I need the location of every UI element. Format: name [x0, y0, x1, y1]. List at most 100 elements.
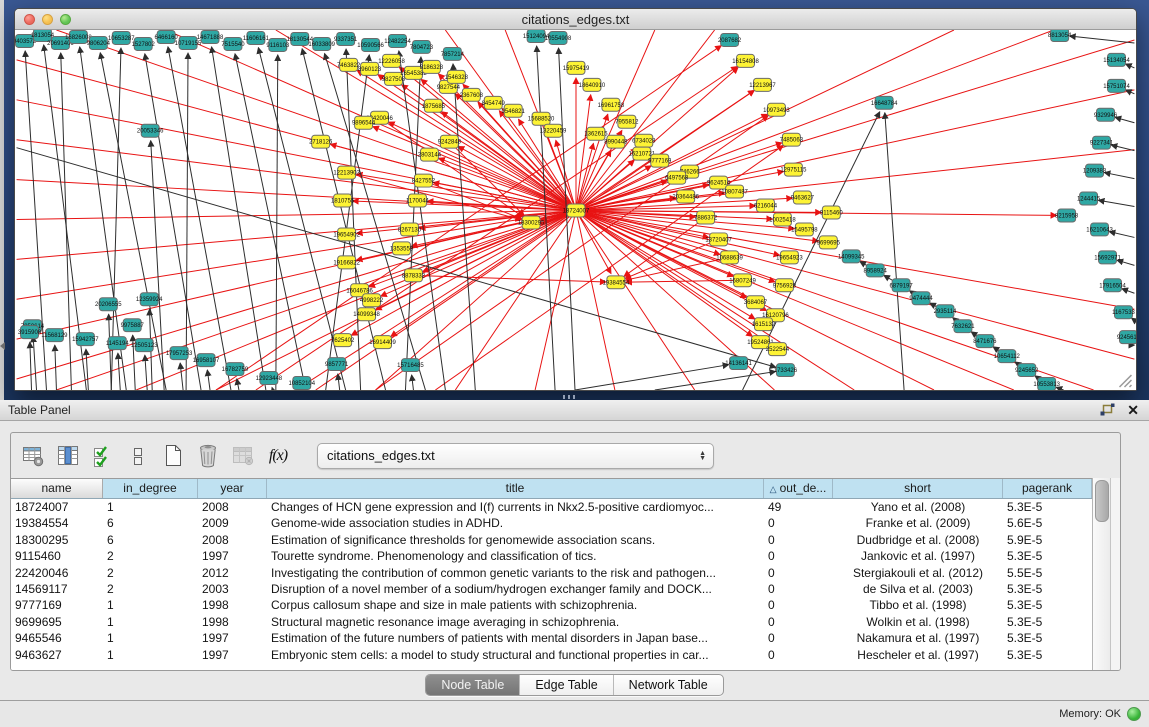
network-node[interactable] — [635, 134, 653, 147]
network-node[interactable] — [780, 251, 798, 264]
network-node[interactable] — [371, 111, 389, 124]
network-node[interactable] — [170, 347, 188, 360]
cell-year[interactable]: 2009 — [198, 515, 267, 531]
network-node[interactable] — [328, 358, 346, 371]
network-node[interactable] — [51, 36, 69, 49]
network-node[interactable] — [892, 279, 910, 292]
network-node[interactable] — [677, 190, 695, 203]
network-node[interactable] — [401, 359, 419, 372]
network-node[interactable] — [795, 223, 813, 236]
network-node[interactable] — [1093, 136, 1111, 149]
network-node[interactable] — [633, 147, 651, 160]
network-node[interactable] — [1115, 306, 1133, 319]
network-node[interactable] — [607, 135, 625, 148]
network-node[interactable] — [76, 333, 94, 346]
network-edge[interactable] — [576, 90, 1134, 211]
network-node[interactable] — [269, 38, 287, 51]
column-header-out_degree[interactable]: △out_de... — [764, 479, 833, 498]
network-edge[interactable] — [145, 355, 147, 390]
cell-pagerank[interactable]: 5.5E-5 — [1003, 565, 1092, 581]
cell-year[interactable]: 1997 — [198, 548, 267, 564]
network-node[interactable] — [768, 343, 786, 356]
network-edge[interactable] — [1104, 173, 1134, 179]
network-edge[interactable] — [353, 201, 576, 211]
network-edge[interactable] — [1109, 232, 1134, 238]
network-node[interactable] — [527, 30, 545, 42]
column-header-name[interactable]: name — [11, 479, 103, 498]
network-node[interactable] — [752, 336, 770, 349]
column-header-in_degree[interactable]: in_degree — [103, 479, 198, 498]
network-node[interactable] — [141, 124, 159, 137]
network-node[interactable] — [440, 135, 458, 148]
network-edge[interactable] — [412, 375, 414, 390]
network-edge[interactable] — [145, 54, 201, 390]
network-node[interactable] — [567, 61, 585, 74]
network-node[interactable] — [179, 36, 197, 49]
network-node[interactable] — [697, 211, 715, 224]
network-node[interactable] — [522, 216, 540, 229]
network-node[interactable] — [340, 58, 358, 71]
network-node[interactable] — [726, 185, 744, 198]
network-node[interactable] — [583, 78, 601, 91]
cell-short[interactable]: Dudbridge et al. (2008) — [833, 532, 1003, 548]
network-view[interactable]: 1872400774638228960123122260589827508165… — [15, 30, 1136, 390]
table-row[interactable]: 977716911998Corpus callosum shape and si… — [11, 597, 1092, 613]
network-node[interactable] — [414, 174, 432, 187]
network-node[interactable] — [362, 38, 380, 51]
cell-short[interactable]: Yano et al. (2008) — [833, 499, 1003, 515]
cell-title[interactable]: Estimation of the future numbers of pati… — [267, 630, 764, 646]
column-header-year[interactable]: year — [198, 479, 267, 498]
cell-out_degree[interactable]: 0 — [764, 532, 833, 548]
network-node[interactable] — [1091, 223, 1109, 236]
table-settings-icon[interactable] — [19, 442, 47, 470]
network-edge[interactable] — [1111, 145, 1134, 151]
cell-year[interactable]: 2003 — [198, 581, 267, 597]
cell-title[interactable]: Genome-wide association studies in ADHD. — [267, 515, 764, 531]
network-edge[interactable] — [30, 342, 32, 390]
cell-pagerank[interactable]: 5.3E-5 — [1003, 581, 1092, 597]
network-edge[interactable] — [237, 379, 239, 390]
network-node[interactable] — [775, 279, 793, 292]
table-row[interactable]: 2242004622012Investigating the contribut… — [11, 565, 1092, 581]
network-node[interactable] — [404, 66, 422, 79]
cell-out_degree[interactable]: 49 — [764, 499, 833, 515]
rows-icon[interactable] — [124, 442, 152, 470]
network-node[interactable] — [721, 33, 739, 46]
network-node[interactable] — [201, 30, 219, 43]
network-edge[interactable] — [118, 353, 120, 390]
cell-name[interactable]: 9115460 — [11, 548, 103, 564]
network-node[interactable] — [462, 88, 480, 101]
network-node[interactable] — [293, 377, 311, 390]
cell-name[interactable]: 19384554 — [11, 515, 103, 531]
network-node[interactable] — [447, 70, 465, 83]
cell-pagerank[interactable]: 5.3E-5 — [1003, 597, 1092, 613]
cell-pagerank[interactable]: 5.3E-5 — [1003, 647, 1092, 663]
network-node[interactable] — [338, 166, 356, 179]
network-edge[interactable] — [576, 30, 715, 210]
scrollbar-thumb[interactable] — [1095, 480, 1109, 522]
network-edge[interactable] — [885, 113, 904, 390]
table-row[interactable]: 1938455462009Genome-wide association stu… — [11, 515, 1092, 531]
cell-pagerank[interactable]: 5.3E-5 — [1003, 548, 1092, 564]
network-node[interactable] — [247, 31, 265, 44]
network-node[interactable] — [260, 372, 278, 385]
network-edge[interactable] — [207, 370, 210, 390]
network-node[interactable] — [422, 60, 440, 73]
network-edge[interactable] — [86, 349, 88, 390]
network-edge[interactable] — [1070, 36, 1135, 43]
network-node[interactable] — [108, 337, 126, 350]
cell-title[interactable]: Tourette syndrome. Phenomenology and cla… — [267, 548, 764, 564]
network-window[interactable]: citations_edges.txt 18724007746382289601… — [14, 8, 1137, 391]
network-node[interactable] — [1108, 53, 1126, 66]
cell-short[interactable]: Stergiakouli et al. (2012) — [833, 565, 1003, 581]
cell-year[interactable]: 2012 — [198, 565, 267, 581]
network-node[interactable] — [21, 326, 39, 339]
network-node[interactable] — [355, 116, 373, 129]
network-edge[interactable] — [1117, 260, 1134, 265]
network-edge[interactable] — [576, 206, 756, 211]
cell-in_degree[interactable]: 1 — [103, 597, 198, 613]
network-node[interactable] — [998, 350, 1016, 363]
network-node[interactable] — [89, 36, 107, 49]
network-node[interactable] — [1058, 209, 1076, 222]
network-edge[interactable] — [576, 40, 1134, 211]
